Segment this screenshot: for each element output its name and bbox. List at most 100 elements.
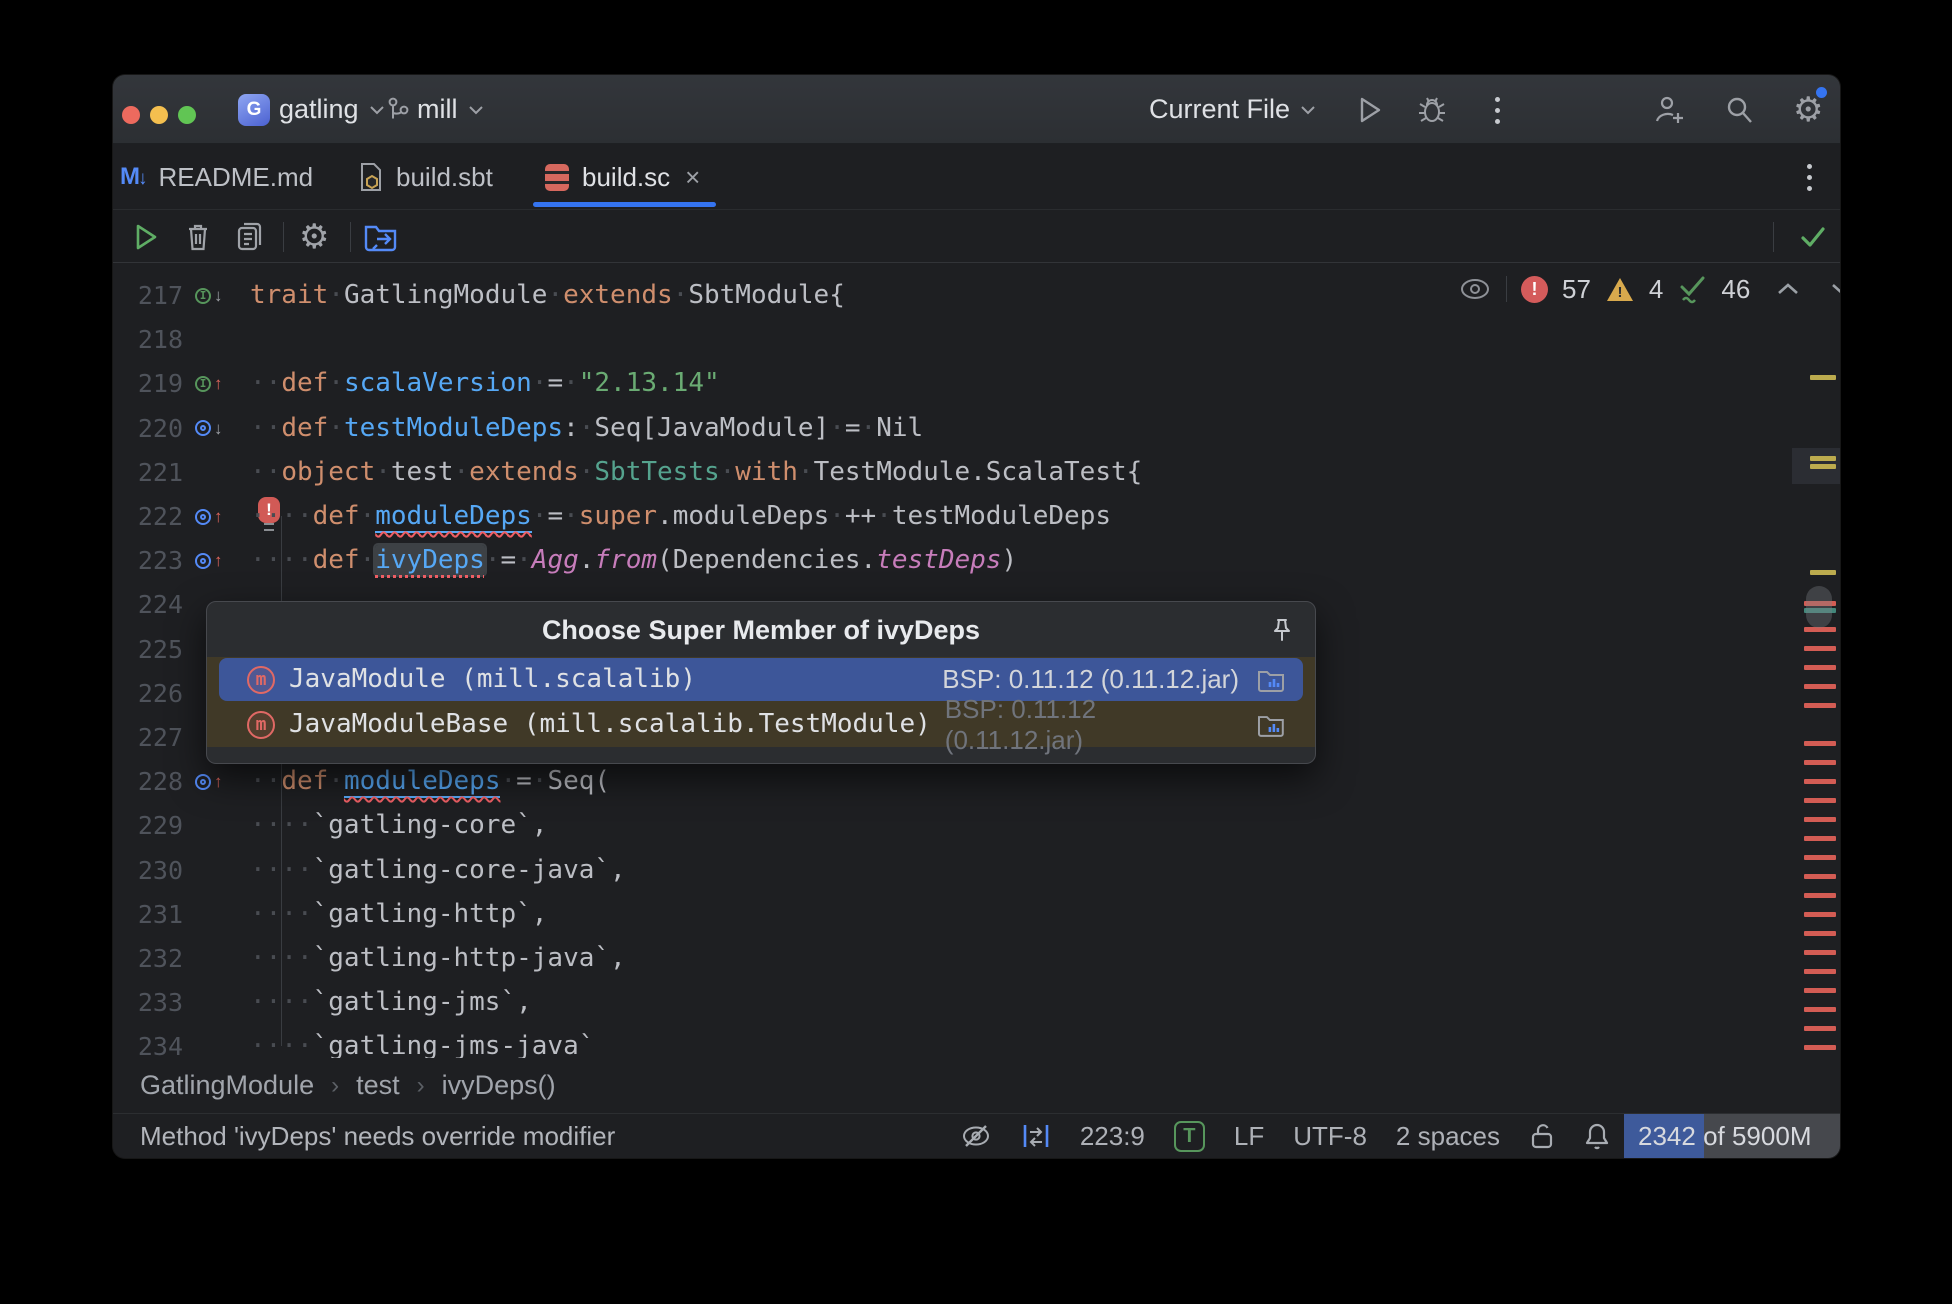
- tab-readme-md[interactable]: M↓ README.md: [120, 144, 313, 210]
- line-number[interactable]: 224: [129, 582, 183, 627]
- copy-icon[interactable]: [234, 210, 264, 263]
- stripe-mark-error[interactable]: [1804, 893, 1836, 898]
- warning-count[interactable]: 4: [1649, 274, 1663, 305]
- code-line[interactable]: 222↑!····def·moduleDeps·=·super.moduleDe…: [113, 494, 1793, 539]
- stripe-mark-error[interactable]: [1804, 646, 1836, 651]
- code-line[interactable]: 234····`gatling-jms-java`: [113, 1024, 1793, 1058]
- code-line[interactable]: 231····`gatling-http`,: [113, 892, 1793, 937]
- pin-icon[interactable]: [1269, 617, 1295, 643]
- stripe-mark-error[interactable]: [1804, 665, 1836, 670]
- popup-item[interactable]: mJavaModuleBase (mill.scalalib.TestModul…: [207, 702, 1315, 747]
- project-selector[interactable]: gatling: [279, 75, 385, 144]
- line-number[interactable]: 221: [129, 450, 183, 495]
- line-number[interactable]: 232: [129, 936, 183, 981]
- indent-indicator[interactable]: 2 spaces: [1396, 1121, 1500, 1152]
- run-settings-gear-icon[interactable]: ⚙: [299, 210, 329, 263]
- line-number[interactable]: 231: [129, 892, 183, 937]
- stripe-mark-error[interactable]: [1804, 1007, 1836, 1012]
- encoding-indicator[interactable]: UTF-8: [1293, 1121, 1367, 1152]
- stripe-mark-warning[interactable]: [1810, 464, 1836, 469]
- commit-check-icon[interactable]: [1797, 210, 1829, 263]
- stripe-mark-error[interactable]: [1804, 779, 1836, 784]
- line-number[interactable]: 229: [129, 803, 183, 848]
- stripe-mark-error[interactable]: [1804, 760, 1836, 765]
- stripe-mark-error[interactable]: [1804, 855, 1836, 860]
- tab-build-sbt[interactable]: build.sbt: [358, 144, 493, 210]
- run-file-button[interactable]: [131, 210, 161, 263]
- stripe-mark-error[interactable]: [1804, 874, 1836, 879]
- settings-gear-icon[interactable]: ⚙: [1793, 75, 1823, 144]
- code-line[interactable]: 228↑··def·moduleDeps·=·Seq(: [113, 759, 1793, 804]
- stripe-mark-error[interactable]: [1804, 950, 1836, 955]
- line-number[interactable]: 226: [129, 671, 183, 716]
- line-number[interactable]: 233: [129, 980, 183, 1025]
- stripe-mark-error[interactable]: [1804, 798, 1836, 803]
- stripe-mark-warning[interactable]: [1810, 375, 1836, 380]
- line-number[interactable]: 228: [129, 759, 183, 804]
- stripe-mark-error[interactable]: [1804, 1045, 1836, 1050]
- line-number[interactable]: 220: [129, 406, 183, 451]
- code-line[interactable]: 220↓··def·testModuleDeps:·Seq[JavaModule…: [113, 406, 1793, 451]
- error-count[interactable]: 57: [1562, 274, 1591, 305]
- window-zoom-button[interactable]: [178, 106, 196, 124]
- stripe-mark-error[interactable]: [1804, 912, 1836, 917]
- stripe-mark-error[interactable]: [1804, 988, 1836, 993]
- highlighting-off-eye-icon[interactable]: [960, 1122, 992, 1150]
- add-user-icon[interactable]: [1653, 75, 1687, 144]
- line-number[interactable]: 219: [129, 361, 183, 406]
- breadcrumb-item[interactable]: GatlingModule: [140, 1070, 314, 1101]
- stripe-mark-error[interactable]: [1804, 931, 1836, 936]
- overrides-gutter-icon[interactable]: I↑: [195, 361, 223, 406]
- more-actions-menu[interactable]: [1495, 97, 1500, 124]
- breadcrumb-item[interactable]: ivyDeps(): [442, 1070, 556, 1101]
- highlighting-eye-icon[interactable]: [1458, 277, 1492, 301]
- code-line[interactable]: 221··object·test·extends·SbtTests·with·T…: [113, 450, 1793, 495]
- stripe-mark-warning[interactable]: [1810, 456, 1836, 461]
- close-tab-icon[interactable]: ×: [685, 162, 700, 193]
- memory-indicator[interactable]: 2342 of 5900M: [1624, 1114, 1840, 1158]
- implemented-gutter-icon[interactable]: I↓: [195, 273, 223, 318]
- stripe-mark-error[interactable]: [1804, 969, 1836, 974]
- overrides-gutter-icon[interactable]: ↑: [195, 494, 223, 539]
- stripe-mark-error[interactable]: [1804, 817, 1836, 822]
- stripe-mark-warning[interactable]: [1810, 570, 1836, 575]
- line-number[interactable]: 227: [129, 715, 183, 760]
- select-in-project-view-icon[interactable]: [363, 210, 401, 263]
- scrollbar-thumb[interactable]: [1806, 586, 1832, 628]
- search-icon[interactable]: [1723, 75, 1755, 144]
- column-selection-icon[interactable]: [1021, 1121, 1051, 1151]
- code-line[interactable]: 229····`gatling-core`,: [113, 803, 1793, 848]
- code-line[interactable]: 223↑····def·ivyDeps·=·Agg.from(Dependenc…: [113, 538, 1793, 583]
- stripe-mark-error[interactable]: [1804, 836, 1836, 841]
- run-button[interactable]: [1356, 75, 1384, 144]
- stripe-mark-error[interactable]: [1804, 1026, 1836, 1031]
- window-minimize-button[interactable]: [150, 106, 168, 124]
- code-line[interactable]: 232····`gatling-http-java`,: [113, 936, 1793, 981]
- stripe-mark-error[interactable]: [1804, 684, 1836, 689]
- stripe-mark-error[interactable]: [1804, 741, 1836, 746]
- code-line[interactable]: 218: [113, 317, 1793, 362]
- error-stripe[interactable]: [1792, 263, 1840, 1058]
- line-number[interactable]: 230: [129, 848, 183, 893]
- branch-selector[interactable]: mill: [417, 75, 484, 144]
- debug-icon[interactable]: [1416, 75, 1448, 144]
- breadcrumb-item[interactable]: test: [356, 1070, 400, 1101]
- line-number[interactable]: 218: [129, 317, 183, 362]
- line-number[interactable]: 223: [129, 538, 183, 583]
- passed-count[interactable]: 46: [1721, 274, 1750, 305]
- unlock-icon[interactable]: [1529, 1121, 1555, 1151]
- line-number[interactable]: 234: [129, 1024, 183, 1058]
- tab-build-sc[interactable]: build.sc ×: [545, 144, 700, 210]
- notifications-bell-icon[interactable]: [1584, 1121, 1610, 1151]
- delete-icon[interactable]: [183, 210, 213, 263]
- tab-list-menu[interactable]: [1807, 164, 1812, 191]
- stripe-mark-error[interactable]: [1804, 703, 1836, 708]
- type-annotation-badge[interactable]: T: [1174, 1121, 1205, 1152]
- code-line[interactable]: 230····`gatling-core-java`,: [113, 848, 1793, 893]
- code-line[interactable]: 219I↑··def·scalaVersion·=·"2.13.14": [113, 361, 1793, 406]
- inspections-widget[interactable]: ! 57 ! 4 46: [1458, 271, 1840, 307]
- line-separator-indicator[interactable]: LF: [1234, 1121, 1264, 1152]
- caret-position[interactable]: 223:9: [1080, 1121, 1145, 1152]
- run-configuration-selector[interactable]: Current File: [1149, 75, 1316, 144]
- code-line[interactable]: 233····`gatling-jms`,: [113, 980, 1793, 1025]
